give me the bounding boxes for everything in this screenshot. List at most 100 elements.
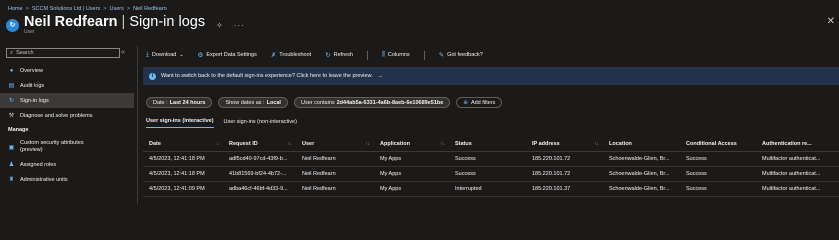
column-header-application[interactable]: Application ↑↓ [374, 141, 449, 147]
column-header-location[interactable]: Location [603, 141, 680, 147]
cell-application: My Apps [380, 186, 402, 192]
cell-request-id: adf5cd40-97cd-43f9-b... [229, 156, 288, 162]
download-button[interactable]: ⤓ Download ⌄ [146, 51, 184, 59]
more-options-icon[interactable]: ··· [234, 21, 245, 30]
cell-authentication: Multifactor authenticat... [762, 171, 821, 177]
sidebar-item-label-line1: Custom security attributes [20, 140, 84, 147]
breadcrumb: Home > SCCM Solutions Ltd | Users > User… [8, 4, 167, 13]
date-filter-label: Date : [153, 99, 168, 106]
columns-button[interactable]: ⫼ Columns [382, 51, 410, 59]
breadcrumb-user[interactable]: Neil Redfearn [133, 6, 167, 12]
search-input[interactable]: Search [16, 50, 33, 56]
user-filter-value: 2d44ab5a-6331-4a6b-8aeb-6e10689e51be [336, 99, 444, 106]
cell-location: Schoenwalde-Glien, Br... [609, 156, 670, 162]
banner-text: Want to switch back to the default sign-… [161, 73, 373, 79]
column-header-authentication[interactable]: Authentication re... [756, 141, 839, 147]
sidebar-item-label-line2: (preview) [20, 147, 43, 153]
cell-conditional-access: Success [686, 171, 707, 177]
cell-request-id: 41b81569-bf24-4b72-... [229, 171, 287, 177]
column-header-label: Conditional Access [686, 141, 737, 147]
column-header-label: Status [455, 141, 472, 147]
sort-icon: ↑↓ [594, 141, 599, 147]
column-header-user[interactable]: User ↑↓ [296, 141, 374, 147]
breadcrumb-separator: > [103, 5, 107, 12]
user-filter-label: User contains [300, 99, 335, 106]
sign-in-icon: ↻ [8, 98, 15, 104]
column-header-label: Authentication re... [762, 141, 812, 147]
collapse-sidebar-icon[interactable]: « [121, 49, 125, 56]
toolbar-separator [423, 50, 425, 60]
table-header-row: Date ↓ Request ID ↑↓ User ↑↓ Application ↑↓ … [143, 137, 839, 152]
command-bar: ⤓ Download ⌄ ⚙ Export Data Settings ✗ Tr… [146, 49, 483, 61]
column-header-date[interactable]: Date ↓ [143, 141, 223, 147]
show-dates-label: Show dates as : [225, 99, 265, 106]
sidebar-item-label: Audit logs [20, 82, 45, 89]
toolbar-separator [366, 50, 368, 60]
column-header-request-id[interactable]: Request ID ↑↓ [223, 141, 296, 147]
sidebar-item-administrative-units[interactable]: ♜ Administrative units [0, 172, 134, 187]
sidebar-item-audit-logs[interactable]: ▤ Audit logs [0, 78, 134, 93]
gear-icon: ⚙ [197, 52, 204, 59]
breadcrumb-separator: > [126, 5, 131, 12]
troubleshoot-icon: ✗ [270, 52, 277, 59]
arrow-right-icon: → [377, 73, 384, 79]
breadcrumb-users[interactable]: Users [109, 6, 123, 12]
export-data-settings-button[interactable]: ⚙ Export Data Settings [198, 51, 257, 59]
troubleshoot-button[interactable]: ✗ Troubleshoot [271, 51, 311, 59]
audit-log-icon: ▤ [8, 83, 15, 89]
show-dates-filter-pill[interactable]: Show dates as : Local [218, 97, 288, 108]
close-icon[interactable]: ✕ [827, 16, 835, 27]
date-filter-pill[interactable]: Date : Last 24 hours [146, 97, 213, 108]
search-icon: ⌕ [10, 49, 14, 56]
troubleshoot-label: Troubleshoot [279, 52, 312, 58]
cell-conditional-access: Success [686, 186, 707, 192]
sort-icon: ↓ [216, 141, 220, 147]
sidebar-item-assigned-roles[interactable]: ♟ Assigned roles [0, 157, 134, 172]
sidebar-search-box[interactable]: ⌕ Search [6, 48, 120, 58]
sidebar-item-overview[interactable]: ● Overview [0, 63, 134, 78]
sign-in-logs-icon: ↻ [6, 18, 19, 32]
cell-application: My Apps [380, 156, 402, 162]
cell-user: Neil Redfearn [302, 186, 336, 192]
sidebar-item-diagnose[interactable]: ⚒ Diagnose and solve problems [0, 108, 134, 123]
refresh-icon: ↻ [325, 52, 331, 59]
breadcrumb-tenant-users[interactable]: SCCM Solutions Ltd | Users [32, 6, 100, 12]
tab-interactive[interactable]: User sign-ins (interactive) [146, 115, 214, 128]
cell-ip-address: 185.220.101.37 [532, 186, 571, 192]
breadcrumb-home[interactable]: Home [8, 6, 23, 12]
user-filter-pill[interactable]: User contains 2d44ab5a-6331-4a6b-8aeb-6e… [293, 97, 451, 108]
cell-conditional-access: Success [686, 156, 707, 162]
export-label: Export Data Settings [206, 52, 257, 58]
page-subtitle: User [24, 29, 35, 36]
date-filter-value: Last 24 hours [169, 99, 206, 106]
refresh-label: Refresh [333, 52, 353, 58]
table-row[interactable]: 4/5/2023, 12:41:09 PM adba46cf-46bf-4d33… [143, 182, 839, 197]
sidebar-item-label: Administrative units [20, 176, 68, 183]
cell-user: Neil Redfearn [302, 171, 336, 177]
table-row[interactable]: 4/5/2023, 12:41:18 PM 41b81569-bf24-4b72… [143, 167, 839, 182]
add-filters-button[interactable]: ⊕ Add filters [456, 97, 503, 108]
feedback-button[interactable]: ✎ Got feedback? [439, 51, 483, 59]
preview-info-banner[interactable]: i Want to switch back to the default sig… [143, 67, 839, 85]
sidebar-item-sign-in-logs[interactable]: ↻ Sign-in logs [0, 93, 134, 108]
column-header-conditional-access[interactable]: Conditional Access [680, 141, 756, 147]
columns-label: Columns [387, 52, 410, 58]
sidebar-item-custom-security-attributes[interactable]: ▣ Custom security attributes (preview) [0, 137, 134, 157]
page-title-block: Neil Redfearn | Sign-in logs User [24, 15, 205, 36]
sign-in-tabs: User sign-ins (interactive) User sign-in… [146, 115, 297, 128]
column-header-label: Application [380, 141, 410, 147]
sidebar-item-label: Custom security attributes (preview) [20, 140, 84, 153]
page-title-name: Neil Redfearn [24, 13, 118, 30]
filter-bar: Date : Last 24 hours Show dates as : Loc… [146, 97, 503, 108]
column-header-status[interactable]: Status [449, 141, 526, 147]
sidebar-nav: ● Overview ▤ Audit logs ↻ Sign-in logs ⚒… [0, 63, 134, 187]
column-header-ip-address[interactable]: IP address ↑↓ [526, 141, 603, 147]
refresh-button[interactable]: ↻ Refresh [325, 51, 353, 59]
sidebar-item-label: Overview [20, 67, 43, 74]
pin-icon[interactable]: ✧ [216, 21, 223, 30]
column-header-label: Location [609, 141, 632, 147]
download-label: Download [151, 52, 177, 58]
table-row[interactable]: 4/5/2023, 12:41:18 PM adf5cd40-97cd-43f9… [143, 152, 839, 167]
tab-non-interactive[interactable]: User sign-ins (non-interactive) [224, 115, 297, 128]
cell-date: 4/5/2023, 12:41:09 PM [149, 186, 205, 192]
